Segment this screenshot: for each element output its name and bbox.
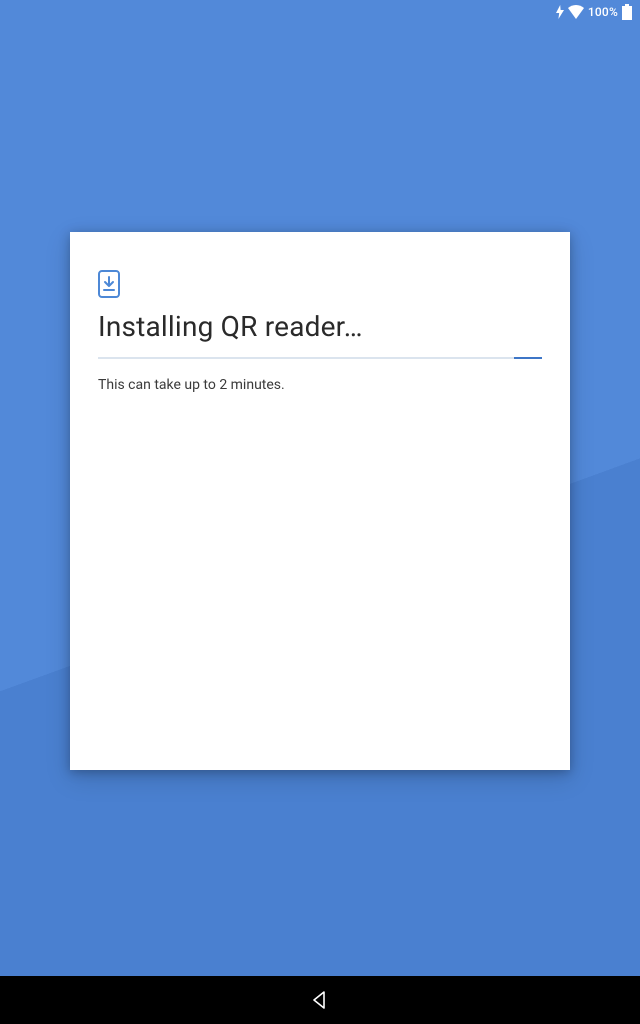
status-bar: 100% [0, 0, 640, 24]
install-card: Installing QR reader… This can take up t… [70, 232, 570, 770]
progress-indicator [514, 357, 542, 359]
install-title: Installing QR reader… [98, 310, 542, 343]
device-download-icon [98, 270, 120, 298]
screen: 100% Installing QR reader… This can take… [0, 0, 640, 1024]
battery-percent: 100% [588, 5, 618, 19]
progress-bar [98, 357, 542, 359]
battery-icon [622, 4, 632, 20]
back-button[interactable] [311, 991, 329, 1009]
wifi-icon [568, 5, 584, 19]
navigation-bar [0, 976, 640, 1024]
install-subtext: This can take up to 2 minutes. [98, 377, 542, 393]
charging-bolt-icon [556, 5, 564, 19]
